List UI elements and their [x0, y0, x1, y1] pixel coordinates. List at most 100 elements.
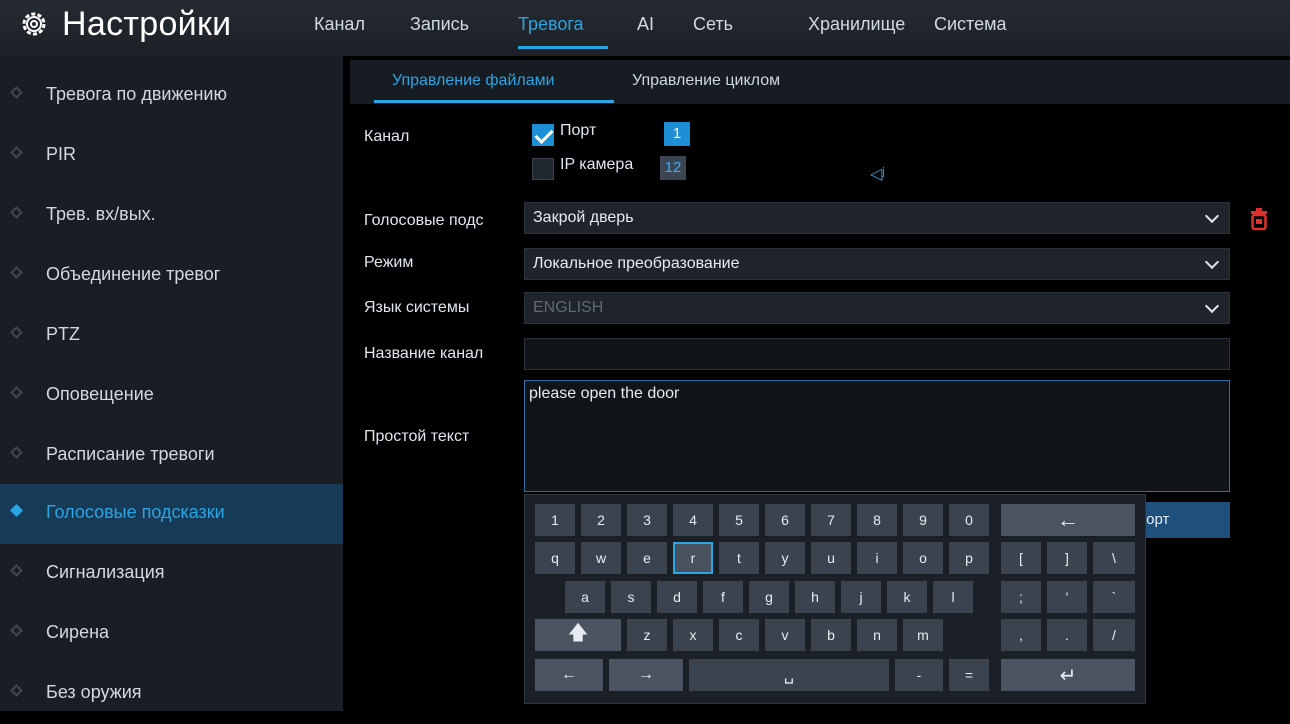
- key-c[interactable]: c: [719, 619, 759, 651]
- key-m[interactable]: m: [903, 619, 943, 651]
- key-comma[interactable]: ,: [1001, 619, 1041, 651]
- sidebar-item-motion-alarm[interactable]: Тревога по движению: [0, 66, 343, 126]
- tab-record[interactable]: Запись: [410, 14, 469, 35]
- arrow-left-key[interactable]: ←: [535, 659, 603, 691]
- key-equals[interactable]: =: [949, 659, 989, 691]
- space-key[interactable]: ␣: [689, 659, 889, 691]
- port-checkbox[interactable]: [532, 124, 554, 146]
- plain-text-textarea[interactable]: please open the door: [524, 380, 1230, 492]
- enter-key[interactable]: ↵: [1001, 659, 1135, 691]
- tab-network[interactable]: Сеть: [693, 14, 733, 35]
- key-p[interactable]: p: [949, 542, 989, 574]
- key-b[interactable]: b: [811, 619, 851, 651]
- ip-camera-checkbox[interactable]: [532, 158, 554, 180]
- key-q[interactable]: q: [535, 542, 575, 574]
- key-0[interactable]: 0: [949, 504, 989, 536]
- tab-ai[interactable]: AI: [637, 14, 654, 35]
- bullet-icon: [10, 386, 23, 399]
- sidebar-item-signaling[interactable]: Сигнализация: [0, 544, 343, 604]
- key-r[interactable]: r: [673, 542, 713, 574]
- subtab-loop-management[interactable]: Управление циклом: [632, 72, 780, 90]
- sidebar-item-label: Сирена: [46, 622, 110, 642]
- bullet-icon: [10, 624, 23, 637]
- key-n[interactable]: n: [857, 619, 897, 651]
- sidebar-item-notification[interactable]: Оповещение: [0, 366, 343, 426]
- key-f[interactable]: f: [703, 581, 743, 613]
- sidebar-item-label: Расписание тревоги: [46, 444, 215, 464]
- key-quote[interactable]: ': [1047, 581, 1087, 613]
- key-e[interactable]: e: [627, 542, 667, 574]
- key-y[interactable]: y: [765, 542, 805, 574]
- key-semicolon[interactable]: ;: [1001, 581, 1041, 613]
- sidebar-item-label: Голосовые подсказки: [46, 502, 225, 522]
- key-d[interactable]: d: [657, 581, 697, 613]
- channel-name-input[interactable]: [524, 338, 1230, 370]
- key-o[interactable]: o: [903, 542, 943, 574]
- sidebar-item-combination-alarm[interactable]: Объединение тревог: [0, 246, 343, 306]
- mode-value: Локальное преобразование: [533, 255, 740, 272]
- voice-prompt-select[interactable]: Закрой дверь: [524, 202, 1230, 234]
- mode-select[interactable]: Локальное преобразование: [524, 248, 1230, 280]
- key-9[interactable]: 9: [903, 504, 943, 536]
- key-minus[interactable]: -: [895, 659, 943, 691]
- key-l[interactable]: l: [933, 581, 973, 613]
- key-2[interactable]: 2: [581, 504, 621, 536]
- tab-storage[interactable]: Хранилище: [808, 14, 905, 35]
- key-g[interactable]: g: [749, 581, 789, 613]
- sidebar-item-label: PTZ: [46, 324, 80, 344]
- system-language-select: ENGLISH: [524, 292, 1230, 324]
- bullet-icon: [10, 206, 23, 219]
- key-backslash[interactable]: \: [1093, 542, 1135, 574]
- chevron-down-icon: [1204, 298, 1220, 314]
- key-v[interactable]: v: [765, 619, 805, 651]
- tab-system[interactable]: Система: [934, 14, 1007, 35]
- sidebar-item-pir[interactable]: PIR: [0, 126, 343, 186]
- sidebar-item-alarm-schedule[interactable]: Расписание тревоги: [0, 426, 343, 486]
- port-label: Порт: [560, 122, 597, 139]
- key-k[interactable]: k: [887, 581, 927, 613]
- speaker-icon[interactable]: ◁ʲ: [870, 164, 885, 184]
- arrow-right-key[interactable]: →: [609, 659, 683, 691]
- sidebar-item-voice-prompts[interactable]: Голосовые подсказки: [0, 484, 343, 544]
- subtab-file-management[interactable]: Управление файлами: [392, 72, 555, 90]
- key-w[interactable]: w: [581, 542, 621, 574]
- key-3[interactable]: 3: [627, 504, 667, 536]
- tab-channel[interactable]: Канал: [314, 14, 365, 35]
- key-x[interactable]: x: [673, 619, 713, 651]
- bullet-icon: [10, 504, 23, 517]
- shift-key[interactable]: 🡅: [535, 619, 621, 651]
- ip-camera-count-badge: 12: [660, 156, 686, 180]
- key-6[interactable]: 6: [765, 504, 805, 536]
- key-a[interactable]: a: [565, 581, 605, 613]
- trash-icon[interactable]: [1249, 207, 1269, 231]
- tab-alarm[interactable]: Тревога: [518, 14, 584, 35]
- key-z[interactable]: z: [627, 619, 667, 651]
- key-s[interactable]: s: [611, 581, 651, 613]
- sidebar-item-label: Оповещение: [46, 384, 154, 404]
- sidebar-item-siren[interactable]: Сирена: [0, 604, 343, 664]
- key-u[interactable]: u: [811, 542, 851, 574]
- key-period[interactable]: .: [1047, 619, 1087, 651]
- sidebar-item-alarm-io[interactable]: Трев. вх/вых.: [0, 186, 343, 246]
- key-1[interactable]: 1: [535, 504, 575, 536]
- key-i[interactable]: i: [857, 542, 897, 574]
- key-h[interactable]: h: [795, 581, 835, 613]
- key-left-bracket[interactable]: [: [1001, 542, 1041, 574]
- sidebar-item-disarm[interactable]: Без оружия: [0, 664, 343, 724]
- voice-prompt-value: Закрой дверь: [533, 209, 634, 226]
- bullet-icon: [10, 146, 23, 159]
- sidebar-item-ptz[interactable]: PTZ: [0, 306, 343, 366]
- key-t[interactable]: t: [719, 542, 759, 574]
- key-5[interactable]: 5: [719, 504, 759, 536]
- active-subtab-indicator: [374, 100, 614, 103]
- key-4[interactable]: 4: [673, 504, 713, 536]
- key-j[interactable]: j: [841, 581, 881, 613]
- key-right-bracket[interactable]: ]: [1047, 542, 1087, 574]
- bullet-icon: [10, 326, 23, 339]
- sidebar-item-label: Трев. вх/вых.: [46, 204, 156, 224]
- key-backtick[interactable]: `: [1093, 581, 1135, 613]
- key-8[interactable]: 8: [857, 504, 897, 536]
- backspace-key[interactable]: ←: [1001, 504, 1135, 536]
- key-7[interactable]: 7: [811, 504, 851, 536]
- key-slash[interactable]: /: [1093, 619, 1135, 651]
